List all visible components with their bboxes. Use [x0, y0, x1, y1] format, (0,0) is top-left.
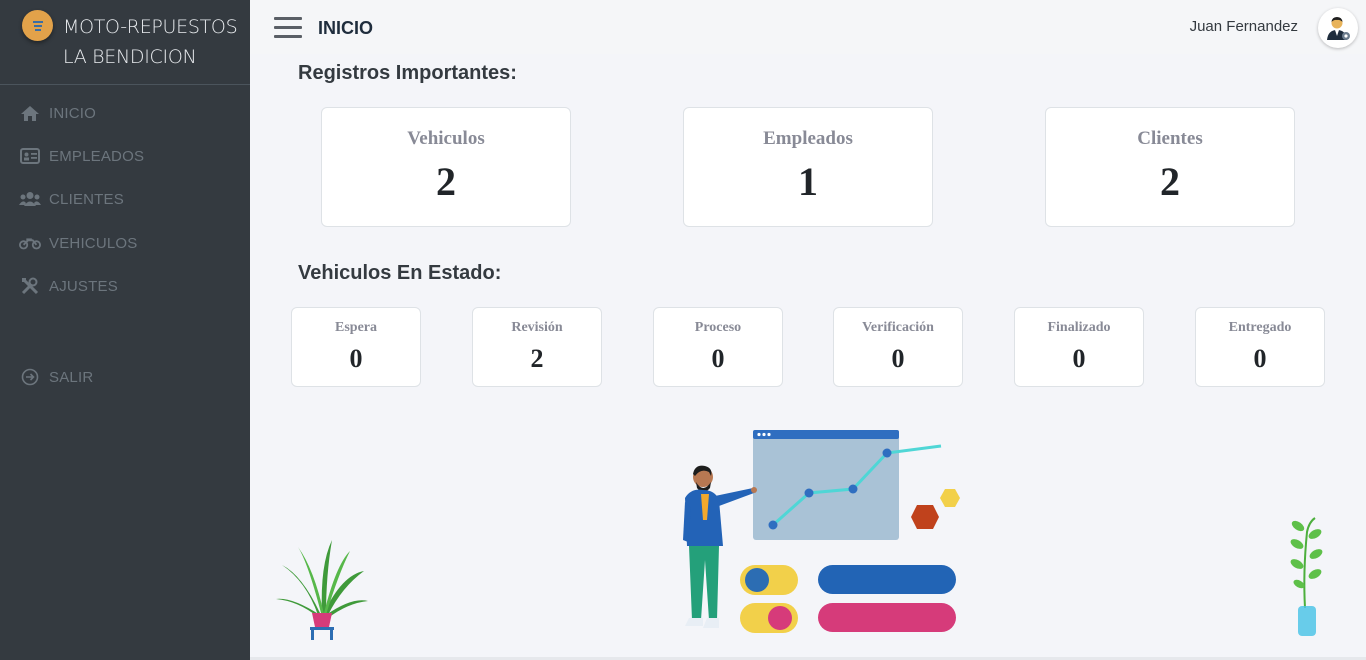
card-label: Proceso	[694, 320, 742, 335]
sidebar-item-empleados[interactable]: EMPLEADOS	[0, 136, 250, 176]
sidebar-item-label: EMPLEADOS	[49, 147, 145, 165]
users-icon	[19, 190, 41, 208]
sidebar-item-label: VEHICULOS	[49, 234, 138, 252]
user-name[interactable]: Juan Fernandez	[1190, 18, 1298, 35]
sidebar-item-vehiculos[interactable]: VEHICULOS	[0, 223, 250, 263]
brand-line-1: MOTO-REPUESTOS	[63, 16, 238, 38]
card-label: Verificación	[862, 320, 934, 335]
card-value: 0	[711, 344, 725, 373]
sidebar-item-label: INICIO	[49, 104, 97, 122]
estado-title: Vehiculos En Estado:	[298, 262, 502, 284]
card-clientes[interactable]: Clientes 2	[1045, 107, 1295, 227]
card-value: 0	[891, 344, 905, 373]
sidebar-item-label: AJUSTES	[49, 277, 118, 295]
card-finalizado[interactable]: Finalizado 0	[1014, 307, 1144, 387]
card-value: 2	[436, 159, 456, 204]
home-icon	[19, 104, 41, 122]
card-label: Empleados	[763, 128, 853, 149]
card-label: Espera	[335, 320, 377, 335]
card-value: 0	[349, 344, 363, 373]
brand-logo-icon	[22, 10, 53, 41]
card-value: 0	[1253, 344, 1267, 373]
sign-out-icon	[19, 368, 41, 386]
card-verificacion[interactable]: Verificación 0	[833, 307, 963, 387]
card-espera[interactable]: Espera 0	[291, 307, 421, 387]
sidebar-item-ajustes[interactable]: AJUSTES	[0, 266, 250, 306]
card-value: 1	[798, 159, 818, 204]
sidebar-item-label: CLIENTES	[49, 190, 124, 208]
card-label: Vehiculos	[407, 128, 485, 149]
plant-illustration	[276, 540, 368, 640]
card-value: 2	[1160, 159, 1180, 204]
brand-line-2: LA BENDICION	[63, 46, 197, 68]
brand-text: MOTO-REPUESTOS LA BENDICION	[63, 12, 238, 72]
sidebar: MOTO-REPUESTOS LA BENDICION INICIO EMPLE…	[0, 0, 250, 660]
page-title: INICIO	[318, 18, 374, 38]
motorcycle-icon	[19, 234, 41, 252]
card-value: 2	[530, 344, 544, 373]
registros-title: Registros Importantes:	[298, 62, 517, 84]
tools-icon	[19, 277, 41, 295]
card-proceso[interactable]: Proceso 0	[653, 307, 783, 387]
card-empleados[interactable]: Empleados 1	[683, 107, 933, 227]
card-label: Entregado	[1228, 320, 1292, 335]
card-label: Clientes	[1137, 128, 1203, 149]
user-avatar-icon[interactable]	[1318, 8, 1358, 48]
sidebar-item-clientes[interactable]: CLIENTES	[0, 179, 250, 219]
top-navbar: INICIO Juan Fernandez	[250, 0, 1366, 54]
analytics-illustration	[683, 430, 960, 633]
sprout-illustration	[1290, 517, 1323, 636]
card-label: Finalizado	[1047, 320, 1111, 335]
sidebar-item-inicio[interactable]: INICIO	[0, 93, 250, 133]
sidebar-item-salir[interactable]: SALIR	[0, 357, 250, 397]
card-vehiculos[interactable]: Vehiculos 2	[321, 107, 571, 227]
card-value: 0	[1072, 344, 1086, 373]
menu-toggle-icon[interactable]	[274, 17, 302, 41]
card-entregado[interactable]: Entregado 0	[1195, 307, 1325, 387]
sidebar-item-label: SALIR	[49, 368, 94, 386]
card-label: Revisión	[511, 320, 563, 335]
id-card-icon	[19, 147, 41, 165]
brand[interactable]: MOTO-REPUESTOS LA BENDICION	[0, 0, 250, 85]
card-revision[interactable]: Revisión 2	[472, 307, 602, 387]
